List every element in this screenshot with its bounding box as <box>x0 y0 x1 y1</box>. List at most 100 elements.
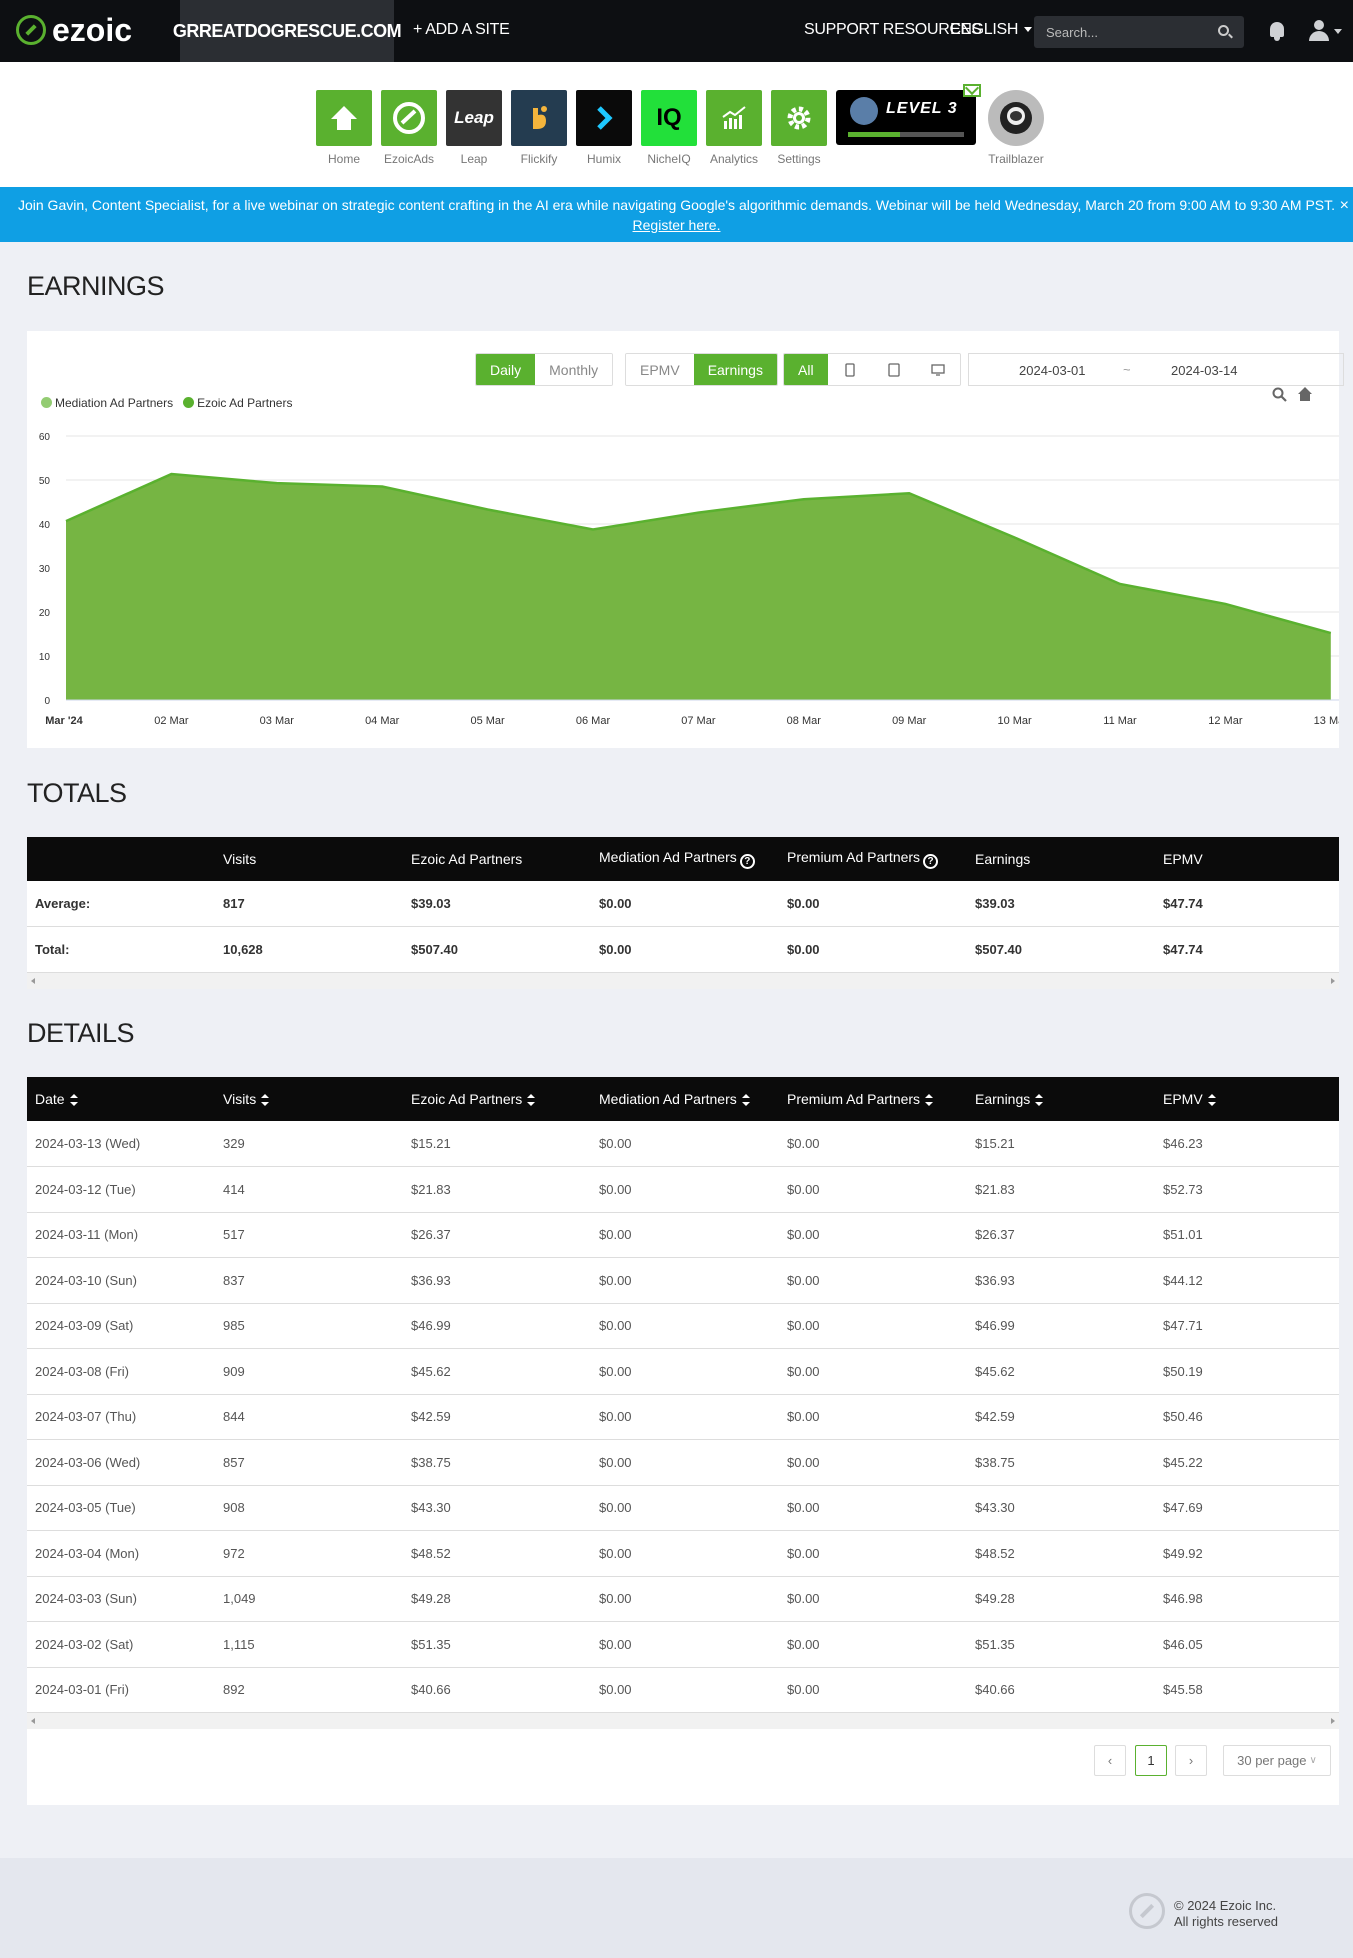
sort-icon[interactable] <box>1035 1092 1044 1108</box>
per-page-select[interactable]: 30 per page ∨ <box>1223 1745 1331 1776</box>
sort-icon[interactable] <box>261 1092 270 1108</box>
table-cell: $47.74 <box>1155 881 1339 927</box>
table-cell: $507.40 <box>403 926 591 973</box>
y-tick-label: 40 <box>39 520 51 531</box>
table-cell: 1,115 <box>215 1621 403 1668</box>
add-site-link[interactable]: + ADD A SITE <box>413 21 510 39</box>
column-header[interactable]: Mediation Ad Partners <box>591 1077 779 1121</box>
app-label: Humix <box>586 152 621 166</box>
app-label: Analytics <box>709 152 759 166</box>
user-icon[interactable] <box>1308 20 1342 42</box>
table-cell: $0.00 <box>779 1257 967 1304</box>
register-link[interactable]: Register here. <box>633 217 721 233</box>
horizontal-scrollbar[interactable] <box>27 972 1339 989</box>
site-selector[interactable]: GRREATDOGRESCUE.COM <box>173 0 402 62</box>
table-cell: $40.66 <box>403 1667 591 1713</box>
column-header[interactable]: Earnings <box>967 1077 1155 1121</box>
column-header[interactable]: Ezoic Ad Partners <box>403 1077 591 1121</box>
table-cell: 2024-03-06 (Wed) <box>27 1439 215 1486</box>
language-dropdown[interactable]: ENGLISH <box>950 21 1033 39</box>
horizontal-scrollbar[interactable] <box>27 1713 1339 1729</box>
page-1-button[interactable]: 1 <box>1135 1745 1167 1776</box>
level-badge[interactable]: LEVEL 3 <box>836 90 976 145</box>
trailblazer-badge[interactable]: Trailblazer <box>988 90 1044 166</box>
sort-icon[interactable] <box>925 1092 934 1108</box>
column-header[interactable]: Date <box>27 1077 215 1121</box>
table-cell: Total: <box>27 926 215 973</box>
column-header[interactable]: EPMV <box>1155 1077 1339 1121</box>
table-cell: $46.23 <box>1155 1121 1339 1167</box>
app-flickify[interactable]: Flickify <box>511 90 567 166</box>
app-settings[interactable]: Settings <box>771 90 827 166</box>
table-row: Average: 817 $39.03 $0.00 $0.00 $39.03 $47.74 <box>27 881 1339 927</box>
table-row: Total: 10,628 $507.40 $0.00 $0.00 $507.40 $47.… <box>27 926 1339 973</box>
table-cell: $51.35 <box>967 1621 1155 1668</box>
table-cell: $0.00 <box>591 1348 779 1395</box>
help-icon[interactable]: ? <box>739 854 755 869</box>
table-cell: $15.21 <box>967 1121 1155 1167</box>
table-cell: $36.93 <box>967 1257 1155 1304</box>
table-cell: $45.58 <box>1155 1667 1339 1713</box>
mail-icon[interactable] <box>963 84 981 97</box>
totals-title: TOTALS <box>27 778 127 808</box>
help-icon[interactable]: ? <box>923 854 939 869</box>
top-navbar: ezoic GRREATDOGRESCUE.COM + ADD A SITE S… <box>0 0 1353 62</box>
ezoic-logo[interactable]: ezoic <box>16 12 133 48</box>
table-cell: $0.00 <box>591 1212 779 1258</box>
language-label: ENGLISH <box>950 21 1019 38</box>
table-cell: 837 <box>215 1257 403 1304</box>
app-analytics[interactable]: Analytics <box>706 90 762 166</box>
table-cell: $26.37 <box>967 1212 1155 1258</box>
x-tick-label: 08 Mar <box>787 715 822 727</box>
app-leap[interactable]: Leap Leap <box>446 90 502 166</box>
close-icon[interactable]: × <box>1340 196 1349 216</box>
app-humix[interactable]: Humix <box>576 90 632 166</box>
table-cell: $0.00 <box>591 1166 779 1213</box>
app-nicheiq[interactable]: IQ NicheIQ <box>641 90 697 166</box>
table-cell: $43.30 <box>403 1485 591 1531</box>
table-cell: $0.00 <box>779 1530 967 1577</box>
totals-card: Visits Ezoic Ad Partners Mediation Ad Part… <box>27 837 1339 989</box>
search-icon[interactable] <box>1218 25 1229 36</box>
table-cell: $0.00 <box>779 1667 967 1713</box>
app-ezoicads[interactable]: EzoicAds <box>381 90 437 166</box>
table-cell: $43.30 <box>967 1485 1155 1531</box>
table-cell: $0.00 <box>591 926 779 973</box>
avatar <box>850 97 878 125</box>
sort-icon[interactable] <box>527 1092 536 1108</box>
table-cell: 2024-03-08 (Fri) <box>27 1348 215 1395</box>
x-tick-label: 09 Mar <box>892 715 927 727</box>
sort-icon[interactable] <box>1207 1092 1216 1108</box>
table-cell: $47.69 <box>1155 1485 1339 1531</box>
table-cell: 1,049 <box>215 1576 403 1622</box>
app-label: Flickify <box>520 152 558 166</box>
table-row: 2024-03-10 (Sun) 837 $36.93 $0.00 $0.00 $36.9… <box>27 1257 1339 1304</box>
table-cell: 857 <box>215 1439 403 1486</box>
table-cell: $49.92 <box>1155 1530 1339 1577</box>
column-header[interactable]: Premium Ad Partners <box>779 1077 967 1121</box>
next-page-button[interactable]: › <box>1175 1745 1207 1776</box>
humix-icon <box>576 90 632 146</box>
sort-icon[interactable] <box>69 1092 78 1108</box>
app-label: NicheIQ <box>647 152 691 166</box>
y-tick-label: 60 <box>39 432 51 443</box>
table-cell: $0.00 <box>779 1303 967 1349</box>
x-tick-label: 07 Mar <box>681 715 716 727</box>
sort-icon[interactable] <box>741 1092 750 1108</box>
app-label: EzoicAds <box>383 152 435 166</box>
app-label: Home <box>327 152 360 166</box>
table-cell: Average: <box>27 881 215 927</box>
x-tick-label: 12 Mar <box>1208 715 1243 727</box>
bell-icon[interactable] <box>1268 22 1286 41</box>
search-input[interactable] <box>1034 16 1244 48</box>
column-header[interactable]: Visits <box>215 1077 403 1121</box>
column-header <box>27 837 215 881</box>
app-home[interactable]: Home <box>316 90 372 166</box>
table-cell: $38.75 <box>967 1439 1155 1486</box>
y-tick-label: 20 <box>39 608 51 619</box>
table-cell: $48.52 <box>967 1530 1155 1577</box>
logo-text: ezoic <box>52 12 133 48</box>
table-cell: 985 <box>215 1303 403 1349</box>
y-tick-label: 10 <box>39 652 51 663</box>
prev-page-button[interactable]: ‹ <box>1094 1745 1126 1776</box>
